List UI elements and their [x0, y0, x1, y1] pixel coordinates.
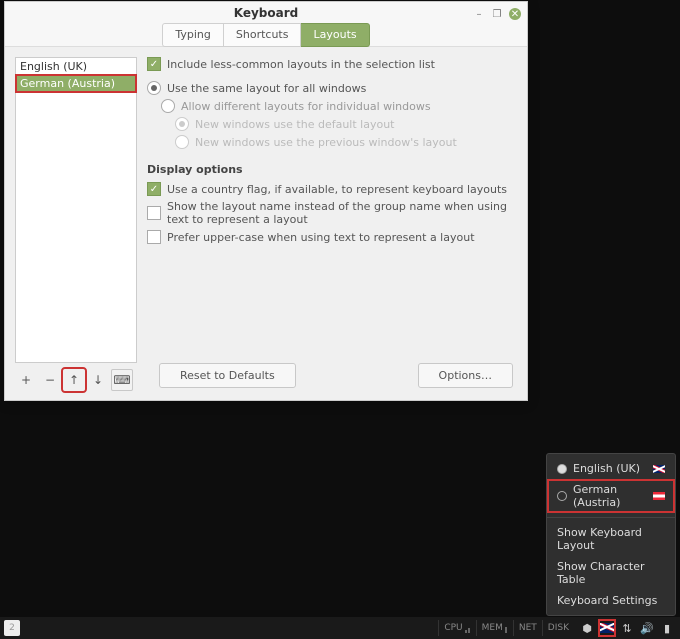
options-button[interactable]: Options… — [418, 363, 513, 388]
same-layout-radio[interactable] — [147, 81, 161, 95]
prefer-upper-label: Prefer upper-case when using text to rep… — [167, 231, 475, 244]
flag-uk-icon — [600, 623, 614, 633]
prefer-upper-row[interactable]: Prefer upper-case when using text to rep… — [147, 230, 517, 244]
tab-bar: Typing Shortcuts Layouts — [5, 23, 527, 47]
keyboard-settings-window: Keyboard – ❐ ✕ Typing Shortcuts Layouts … — [4, 1, 528, 401]
layout-list[interactable]: English (UK) German (Austria) — [15, 57, 137, 363]
system-tray: ⬢ ⇅ 🔊 ▮ — [574, 621, 680, 635]
disk-monitor[interactable]: DISK — [542, 620, 574, 636]
disk-label: DISK — [548, 623, 569, 633]
minimize-button[interactable]: – — [473, 8, 485, 20]
show-layout-name-label: Show the layout name instead of the grou… — [167, 200, 517, 226]
show-layout-name-row[interactable]: Show the layout name instead of the grou… — [147, 200, 517, 226]
tab-shortcuts[interactable]: Shortcuts — [224, 23, 302, 47]
new-previous-row: New windows use the previous window's la… — [175, 135, 517, 149]
popup-action-label: Show Character Table — [557, 560, 665, 586]
cpu-label: CPU — [444, 623, 462, 633]
use-flag-checkbox[interactable]: ✓ — [147, 182, 161, 196]
include-less-common-row[interactable]: ✓ Include less-common layouts in the sel… — [147, 57, 517, 71]
window-controls: – ❐ ✕ — [473, 8, 521, 20]
new-default-row: New windows use the default layout — [175, 117, 517, 131]
move-up-button[interactable]: ↑ — [63, 369, 85, 391]
mem-monitor[interactable]: MEM — [476, 620, 513, 636]
new-previous-label: New windows use the previous window's la… — [195, 136, 457, 149]
add-layout-button[interactable]: + — [15, 369, 37, 391]
popup-show-character-table[interactable]: Show Character Table — [547, 556, 675, 590]
taskbar-app-button[interactable]: 2 — [4, 620, 20, 636]
flag-at-icon — [653, 492, 665, 500]
reset-defaults-button[interactable]: Reset to Defaults — [159, 363, 296, 388]
keyboard-layout-indicator[interactable] — [600, 621, 614, 635]
same-layout-label: Use the same layout for all windows — [167, 82, 366, 95]
layout-indicator-menu: English (UK) German (Austria) Show Keybo… — [546, 453, 676, 616]
allow-diff-row[interactable]: Allow different layouts for individual w… — [161, 99, 517, 113]
use-flag-row[interactable]: ✓ Use a country flag, if available, to r… — [147, 182, 517, 196]
mem-bars-icon — [505, 623, 508, 633]
popup-layout-label: German (Austria) — [573, 483, 647, 509]
popup-radio-selected-icon — [557, 464, 567, 474]
cpu-bars-icon — [465, 623, 471, 633]
maximize-button[interactable]: ❐ — [491, 8, 503, 20]
tab-typing[interactable]: Typing — [162, 23, 224, 47]
layout-side-panel: English (UK) German (Austria) + − ↑ ↓ ⌨ — [15, 57, 137, 391]
popup-separator — [547, 517, 675, 518]
popup-layout-german-austria[interactable]: German (Austria) — [547, 479, 675, 513]
new-default-radio — [175, 117, 189, 131]
layout-toolbar: + − ↑ ↓ ⌨ — [15, 369, 137, 391]
popup-action-label: Show Keyboard Layout — [557, 526, 665, 552]
same-layout-row[interactable]: Use the same layout for all windows — [147, 81, 517, 95]
new-default-label: New windows use the default layout — [195, 118, 395, 131]
prefer-upper-checkbox[interactable] — [147, 230, 161, 244]
cpu-monitor[interactable]: CPU — [438, 620, 475, 636]
show-layout-name-checkbox[interactable] — [147, 206, 161, 220]
mem-label: MEM — [482, 623, 503, 633]
taskbar: 2 CPU MEM NET DISK ⬢ ⇅ 🔊 ▮ — [0, 617, 680, 639]
net-monitor[interactable]: NET — [513, 620, 542, 636]
close-button[interactable]: ✕ — [509, 8, 521, 20]
popup-layout-english-uk[interactable]: English (UK) — [547, 458, 675, 479]
titlebar: Keyboard – ❐ ✕ Typing Shortcuts Layouts — [5, 2, 527, 47]
popup-show-keyboard-layout[interactable]: Show Keyboard Layout — [547, 522, 675, 556]
flag-uk-icon — [653, 465, 665, 473]
tray-end-icon[interactable]: ▮ — [660, 621, 674, 635]
shield-icon[interactable]: ⬢ — [580, 621, 594, 635]
move-down-button[interactable]: ↓ — [87, 369, 109, 391]
new-previous-radio — [175, 135, 189, 149]
volume-icon[interactable]: 🔊 — [640, 621, 654, 635]
popup-layout-label: English (UK) — [573, 462, 640, 475]
window-body: English (UK) German (Austria) + − ↑ ↓ ⌨ … — [5, 47, 527, 401]
popup-action-label: Keyboard Settings — [557, 594, 657, 607]
remove-layout-button[interactable]: − — [39, 369, 61, 391]
net-label: NET — [519, 623, 537, 633]
popup-keyboard-settings[interactable]: Keyboard Settings — [547, 590, 675, 611]
allow-diff-label: Allow different layouts for individual w… — [181, 100, 431, 113]
layout-item-german-austria[interactable]: German (Austria) — [15, 74, 137, 93]
popup-radio-icon — [557, 491, 567, 501]
use-flag-label: Use a country flag, if available, to rep… — [167, 183, 507, 196]
footer-buttons: Options… — [418, 363, 513, 388]
tab-layouts[interactable]: Layouts — [301, 23, 369, 47]
include-less-common-label: Include less-common layouts in the selec… — [167, 58, 435, 71]
window-title: Keyboard — [5, 2, 527, 20]
display-options-heading: Display options — [147, 163, 517, 176]
layout-item-english-uk[interactable]: English (UK) — [16, 58, 136, 75]
preview-layout-button[interactable]: ⌨ — [111, 369, 133, 391]
allow-diff-radio[interactable] — [161, 99, 175, 113]
include-less-common-checkbox[interactable]: ✓ — [147, 57, 161, 71]
settings-panel: ✓ Include less-common layouts in the sel… — [147, 57, 517, 391]
network-icon[interactable]: ⇅ — [620, 621, 634, 635]
